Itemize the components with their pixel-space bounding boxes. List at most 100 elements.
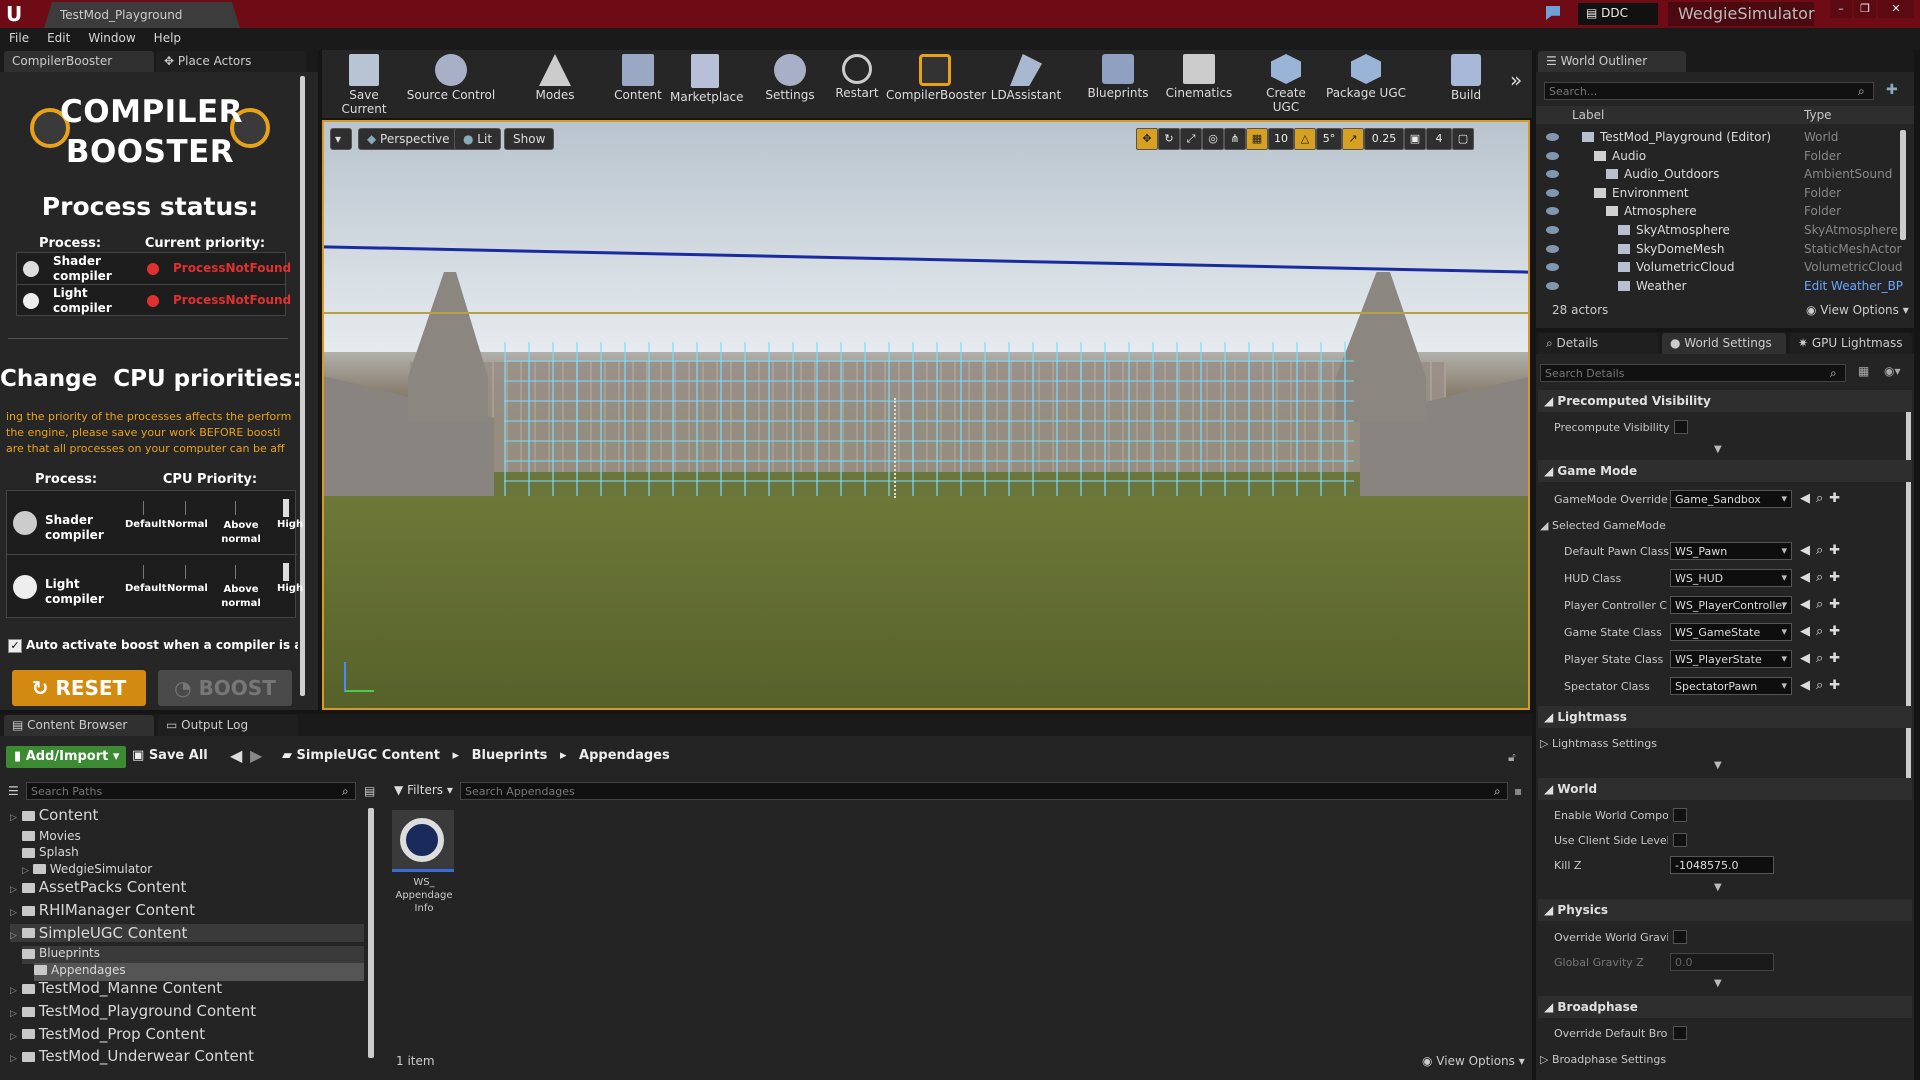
asset-actions-icon[interactable]: ◀⌕✚ <box>1800 570 1846 585</box>
save-all-button[interactable]: ▣ Save All <box>132 748 208 763</box>
override-broadphase-checkbox[interactable] <box>1673 1026 1687 1040</box>
search-paths-input[interactable]: Search Paths <box>26 782 356 800</box>
lit-button[interactable]: ● Lit <box>454 128 502 150</box>
create-ugc-button[interactable]: Create UGC <box>1252 54 1320 114</box>
rotation-snap-icon[interactable]: △ <box>1294 128 1316 150</box>
precompute-visibility-checkbox[interactable] <box>1674 420 1688 434</box>
player-start[interactable] <box>894 398 906 498</box>
outliner-row[interactable]: Atmosphere Folder <box>1536 202 1900 221</box>
asset-actions-icon[interactable]: ◀⌕✚ <box>1800 491 1846 506</box>
asset-save-search-icon[interactable]: ▪ <box>1514 784 1522 798</box>
grid-snap-icon[interactable]: ▦ <box>1246 128 1268 150</box>
forward-icon[interactable]: ▶ <box>250 746 262 765</box>
kill-z-input[interactable]: -1048575.0 <box>1670 856 1774 874</box>
camera-speed-icon[interactable]: ▣ <box>1404 128 1426 150</box>
outliner-row[interactable]: SkyDomeMesh StaticMeshActor <box>1536 240 1901 259</box>
outliner-row[interactable]: Weather Edit Weather_BP <box>1536 277 1903 296</box>
expand-arrow-icon[interactable]: ▷ <box>10 1054 17 1064</box>
asset-search-input[interactable]: Search Appendages <box>460 782 1508 800</box>
menu-file[interactable]: File <box>0 28 38 45</box>
cpu-shader-slider[interactable]: Default Normal Above normal High <box>125 499 303 549</box>
path-tree-item[interactable]: Splash <box>22 845 364 863</box>
paths-options-icon[interactable]: ▤ <box>364 784 375 798</box>
visibility-eye-icon[interactable] <box>1546 281 1559 290</box>
expand-arrow-icon[interactable]: ▼ <box>1714 978 1722 989</box>
outliner-row[interactable]: VolumetricCloud VolumetricCloud <box>1536 258 1902 277</box>
menu-edit[interactable]: Edit <box>38 28 79 45</box>
close-button[interactable]: ✕ <box>1878 0 1914 18</box>
auto-activate-checkbox[interactable]: ✓ <box>8 639 22 653</box>
restart-button[interactable]: Restart <box>830 54 884 114</box>
asset-actions-icon[interactable]: ◀⌕✚ <box>1800 597 1846 612</box>
path-tree-item[interactable]: ▷ TestMod_Prop Content <box>10 1025 364 1043</box>
client-side-level-checkbox[interactable] <box>1673 833 1687 847</box>
breadcrumb-blueprints[interactable]: Blueprints <box>472 748 548 763</box>
gamemode-override-combo[interactable]: Game_Sandbox <box>1670 490 1792 508</box>
expand-arrow-icon[interactable]: ▼ <box>1714 882 1722 893</box>
path-tree-item[interactable]: ▷ TestMod_Playground Content <box>10 1002 364 1020</box>
expand-arrow-icon[interactable]: ▷ <box>10 1032 17 1042</box>
translate-icon[interactable]: ✥ <box>1136 128 1158 150</box>
save-current-button[interactable]: Save Current <box>326 54 402 116</box>
cinematics-button[interactable]: Cinematics <box>1164 54 1234 114</box>
tab-output-log[interactable]: ▭ Output Log <box>158 715 298 736</box>
tab-content-browser[interactable]: ▤ Content Browser <box>4 715 154 736</box>
ddc-button[interactable]: ▤ DDC <box>1578 3 1658 25</box>
player-controller-combo[interactable]: WS_PlayerController <box>1670 596 1792 614</box>
details-eye-icon[interactable]: ◉▾ <box>1884 364 1901 378</box>
add-import-button[interactable]: ▮ Add/Import ▾ <box>6 746 126 768</box>
path-tree-item[interactable]: ▷ RHIManager Content <box>10 901 364 919</box>
marketplace-button[interactable]: Marketplace <box>670 54 744 114</box>
tab-gpu-lightmass[interactable]: ✷ GPU Lightmass <box>1790 333 1912 354</box>
blueprints-button[interactable]: Blueprints <box>1086 54 1150 114</box>
visibility-eye-icon[interactable] <box>1546 170 1559 179</box>
section-precomputed-visibility[interactable]: ◢ Precomputed Visibility <box>1538 390 1912 412</box>
visibility-eye-icon[interactable] <box>1546 151 1559 160</box>
tab-compiler-booster[interactable]: CompilerBooster <box>4 51 154 72</box>
spectator-class-combo[interactable]: SpectatorPawn <box>1670 677 1792 695</box>
hud-class-combo[interactable]: WS_HUD <box>1670 569 1792 587</box>
section-lightmass[interactable]: ◢ Lightmass <box>1538 706 1912 728</box>
toolbar-scroll-icon[interactable]: » <box>1510 68 1522 92</box>
asset-actions-icon[interactable]: ◀⌕✚ <box>1800 543 1846 558</box>
level-viewport[interactable]: ▾ ◆ Perspective ● Lit Show ✥ ↻ ⤢ ◎ ⋔ ▦ 10 △ 5° ↗ 0… <box>322 120 1530 710</box>
expand-arrow-icon[interactable]: ▷ <box>10 885 17 895</box>
outliner-scrollbar[interactable] <box>1900 130 1906 240</box>
expand-arrow-icon[interactable]: ▼ <box>1714 760 1722 771</box>
section-world[interactable]: ◢ World <box>1538 778 1912 800</box>
visibility-eye-icon[interactable] <box>1546 133 1559 141</box>
path-tree-item[interactable]: ▷ WedgieSimulator <box>22 862 364 880</box>
add-actor-icon[interactable]: ✚ <box>1886 82 1898 98</box>
slider-thumb[interactable] <box>283 499 289 517</box>
compiler-booster-button[interactable]: CompilerBooster <box>886 54 986 114</box>
asset-tile[interactable]: WS_ Appendage Info <box>392 810 456 932</box>
outliner-view-options[interactable]: ◉ View Options ▾ <box>1806 303 1909 317</box>
details-search-input[interactable]: Search Details <box>1540 364 1846 382</box>
expand-arrow-icon[interactable]: ▷ <box>10 1009 17 1019</box>
outliner-row[interactable]: SkyAtmosphere SkyAtmosphere <box>1536 221 1900 240</box>
reset-button[interactable]: ↻ RESET <box>12 670 146 706</box>
path-tree-item[interactable]: Appendages <box>34 962 364 981</box>
visibility-eye-icon[interactable] <box>1546 207 1559 216</box>
breadcrumb-simpleugc[interactable]: SimpleUGC Content <box>297 748 440 763</box>
path-tree-item[interactable]: ▷ TestMod_Underwear Content <box>10 1047 364 1065</box>
path-tree-item[interactable]: ▷ TestMod_Manne Content <box>10 979 364 997</box>
section-physics[interactable]: ◢ Physics <box>1538 899 1912 921</box>
expand-arrow-icon[interactable]: ▷ <box>22 866 29 876</box>
slider-thumb[interactable] <box>283 563 289 581</box>
section-broadphase[interactable]: ◢ Broadphase <box>1538 996 1912 1018</box>
menu-window[interactable]: Window <box>79 28 144 45</box>
visibility-eye-icon[interactable] <box>1546 226 1559 234</box>
lock-icon[interactable]: 🔓︎ <box>1508 750 1516 765</box>
expand-arrow-icon[interactable]: ▷ <box>10 813 17 823</box>
expand-arrow-icon[interactable]: ▼ <box>1714 444 1722 455</box>
game-state-combo[interactable]: WS_GameState <box>1670 623 1792 641</box>
expand-arrow-icon[interactable]: ▷ <box>10 986 17 996</box>
feedback-icon[interactable] <box>1546 6 1560 20</box>
filters-button[interactable]: ▼ Filters ▾ <box>394 783 453 797</box>
asset-actions-icon[interactable]: ◀⌕✚ <box>1800 624 1846 639</box>
content-view-options[interactable]: ◉ View Options ▾ <box>1422 1054 1525 1068</box>
visibility-eye-icon[interactable] <box>1546 188 1559 197</box>
scale-snap-icon[interactable]: ↗ <box>1342 128 1364 150</box>
perspective-button[interactable]: ◆ Perspective <box>358 128 459 150</box>
